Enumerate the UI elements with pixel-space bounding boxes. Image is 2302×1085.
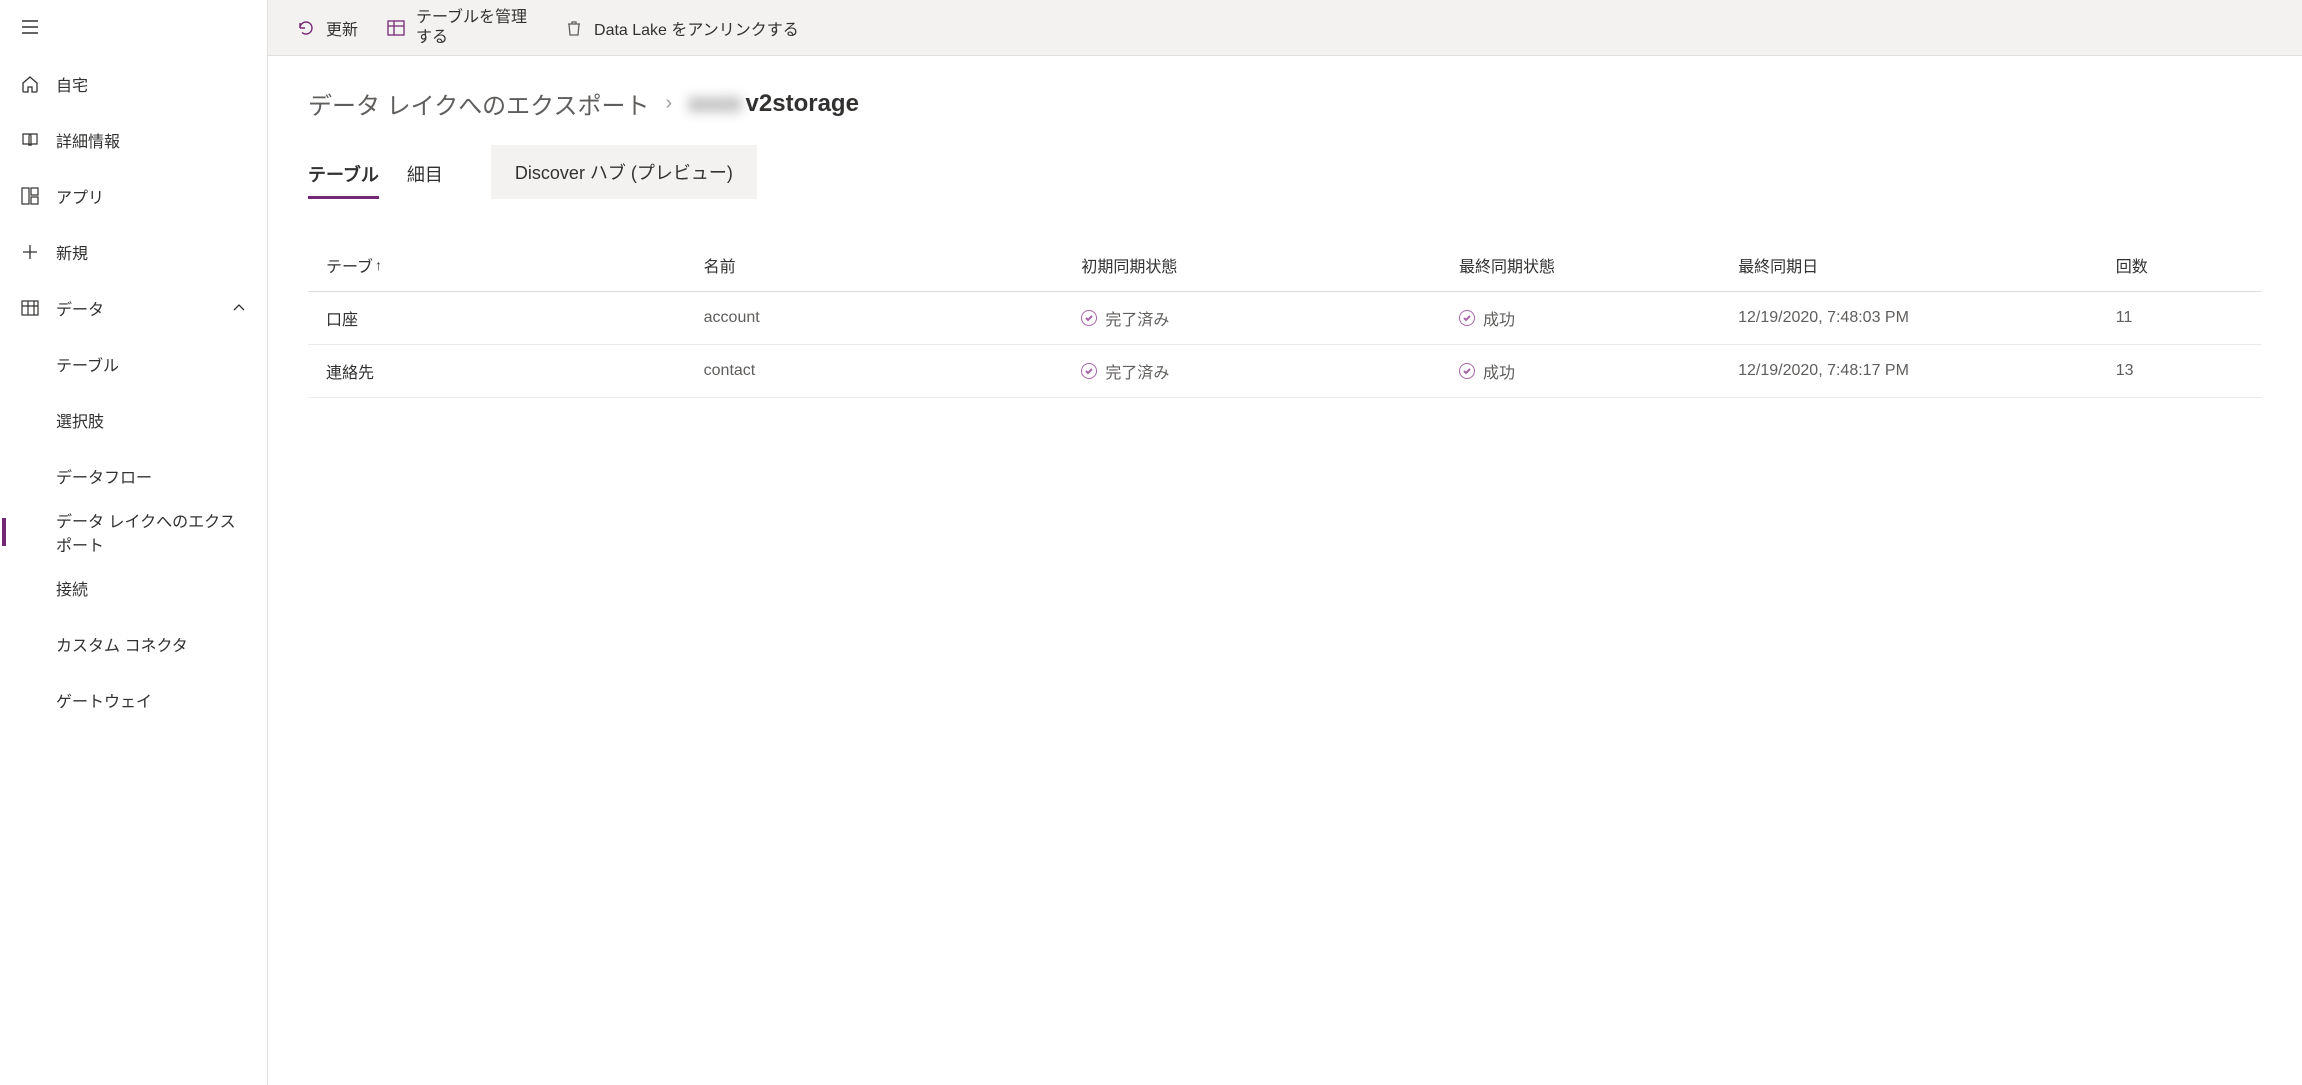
sidebar-sub-choices[interactable]: 選択肢 bbox=[0, 392, 267, 448]
trash-icon bbox=[564, 18, 584, 38]
cell-last-sync-state: 成功 bbox=[1441, 345, 1720, 398]
cell-count: 11 bbox=[2098, 292, 2262, 345]
unlink-button[interactable]: Data Lake をアンリンクする bbox=[564, 0, 799, 55]
col-table[interactable]: テーブ↑ bbox=[308, 239, 686, 292]
home-icon bbox=[20, 74, 40, 94]
sort-asc-icon: ↑ bbox=[375, 257, 382, 273]
tabs: テーブル 細目 Discover ハブ (プレビュー) bbox=[308, 145, 2262, 199]
breadcrumb-current-prefix: xxxx bbox=[688, 90, 745, 118]
cell-name: contact bbox=[686, 345, 1064, 398]
col-last-sync-date[interactable]: 最終同期日 bbox=[1720, 239, 2098, 292]
sidebar-item-apps[interactable]: アプリ bbox=[0, 168, 267, 224]
sidebar-sub-label: ゲートウェイ bbox=[56, 688, 152, 712]
cell-last-sync-date: 12/19/2020, 7:48:17 PM bbox=[1720, 345, 2098, 398]
tab-discover-hub[interactable]: Discover ハブ (プレビュー) bbox=[491, 145, 757, 199]
tab-tables[interactable]: テーブル bbox=[308, 151, 379, 199]
chevron-right-icon: › bbox=[665, 92, 672, 115]
breadcrumb-current: xxxxv2storage bbox=[688, 90, 859, 118]
cell-initial-sync: 完了済み bbox=[1063, 345, 1441, 398]
table-row[interactable]: 口座 account 完了済み 成功 bbox=[308, 292, 2262, 345]
manage-tables-button[interactable]: テーブルを管理する bbox=[386, 0, 536, 55]
tab-details[interactable]: 細目 bbox=[407, 151, 443, 199]
cell-last-sync-date: 12/19/2020, 7:48:03 PM bbox=[1720, 292, 2098, 345]
sidebar-sub-label: データフロー bbox=[56, 464, 152, 488]
col-count[interactable]: 回数 bbox=[2098, 239, 2262, 292]
tab-label: テーブル bbox=[308, 165, 379, 185]
refresh-icon bbox=[296, 18, 316, 38]
cell-last-sync-state: 成功 bbox=[1441, 292, 1720, 345]
refresh-button[interactable]: 更新 bbox=[296, 0, 358, 55]
breadcrumb-parent[interactable]: データ レイクへのエクスポート bbox=[308, 86, 649, 121]
plus-icon bbox=[20, 242, 40, 262]
apps-icon bbox=[20, 186, 40, 206]
sidebar-sub-connections[interactable]: 接続 bbox=[0, 560, 267, 616]
sidebar-sub-label: テーブル bbox=[56, 352, 119, 376]
manage-tables-label: テーブルを管理する bbox=[416, 8, 536, 46]
sidebar-item-label: 詳細情報 bbox=[56, 128, 247, 152]
sidebar-sub-gateways[interactable]: ゲートウェイ bbox=[0, 672, 267, 728]
sidebar-sub-label: 選択肢 bbox=[56, 408, 104, 432]
cell-initial-sync: 完了済み bbox=[1063, 292, 1441, 345]
sidebar-sub-tables[interactable]: テーブル bbox=[0, 336, 267, 392]
hamburger-icon bbox=[20, 17, 40, 40]
sidebar-item-learn[interactable]: 詳細情報 bbox=[0, 112, 267, 168]
table-row[interactable]: 連絡先 contact 完了済み 成功 bbox=[308, 345, 2262, 398]
unlink-label: Data Lake をアンリンクする bbox=[594, 16, 799, 40]
check-circle-icon bbox=[1459, 310, 1475, 326]
book-icon bbox=[20, 130, 40, 150]
cell-table: 口座 bbox=[308, 292, 686, 345]
hamburger-button[interactable] bbox=[0, 0, 267, 56]
breadcrumb: データ レイクへのエクスポート › xxxxv2storage bbox=[308, 86, 2262, 121]
tab-label: Discover ハブ (プレビュー) bbox=[515, 163, 733, 183]
table-header-row: テーブ↑ 名前 初期同期状態 最終同期状態 最終同期日 回数 bbox=[308, 239, 2262, 292]
col-last-sync-state[interactable]: 最終同期状態 bbox=[1441, 239, 1720, 292]
sidebar-item-home[interactable]: 自宅 bbox=[0, 56, 267, 112]
main: 更新 テーブルを管理する Data Lake をアンリンクする データ レイクへ… bbox=[268, 0, 2302, 1085]
sidebar-sub-label: カスタム コネクタ bbox=[56, 632, 188, 656]
check-circle-icon bbox=[1459, 363, 1475, 379]
sidebar-sub-label: 接続 bbox=[56, 576, 88, 600]
sidebar-sub-dataflows[interactable]: データフロー bbox=[0, 448, 267, 504]
table-icon bbox=[20, 298, 40, 318]
col-initial-sync[interactable]: 初期同期状態 bbox=[1063, 239, 1441, 292]
sidebar: 自宅 詳細情報 アプリ 新規 データ bbox=[0, 0, 268, 1085]
sidebar-item-label: データ bbox=[56, 296, 215, 320]
cell-name: account bbox=[686, 292, 1064, 345]
col-name[interactable]: 名前 bbox=[686, 239, 1064, 292]
tab-label: 細目 bbox=[407, 165, 443, 185]
sidebar-sub-custom-connectors[interactable]: カスタム コネクタ bbox=[0, 616, 267, 672]
toolbar: 更新 テーブルを管理する Data Lake をアンリンクする bbox=[268, 0, 2302, 56]
content: データ レイクへのエクスポート › xxxxv2storage テーブル 細目 … bbox=[268, 56, 2302, 428]
cell-table: 連絡先 bbox=[308, 345, 686, 398]
chevron-up-icon bbox=[231, 300, 247, 316]
refresh-label: 更新 bbox=[326, 16, 358, 40]
sidebar-item-label: 自宅 bbox=[56, 72, 247, 96]
sidebar-sub-label: データ レイクへのエクスポート bbox=[56, 508, 251, 556]
check-circle-icon bbox=[1081, 310, 1097, 326]
sidebar-sub-export-datalake[interactable]: データ レイクへのエクスポート bbox=[0, 504, 267, 560]
check-circle-icon bbox=[1081, 363, 1097, 379]
breadcrumb-current-text: v2storage bbox=[746, 90, 859, 118]
sidebar-item-label: アプリ bbox=[56, 184, 247, 208]
cell-count: 13 bbox=[2098, 345, 2262, 398]
sidebar-item-data[interactable]: データ bbox=[0, 280, 267, 336]
linked-tables-table: テーブ↑ 名前 初期同期状態 最終同期状態 最終同期日 回数 口座 accoun… bbox=[308, 239, 2262, 398]
table-manage-icon bbox=[386, 18, 406, 38]
sidebar-item-label: 新規 bbox=[56, 240, 247, 264]
sidebar-item-create[interactable]: 新規 bbox=[0, 224, 267, 280]
